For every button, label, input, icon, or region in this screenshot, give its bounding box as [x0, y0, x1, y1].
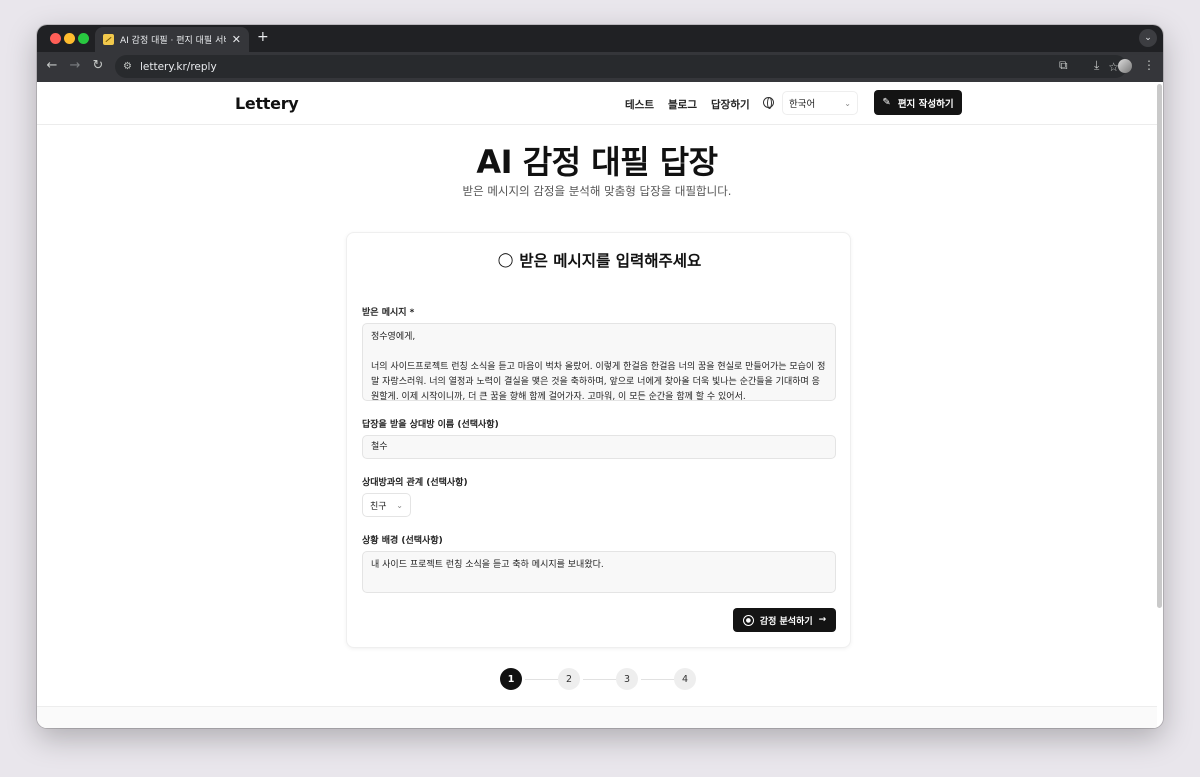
arrow-right-icon: → — [818, 615, 827, 625]
site-settings-icon[interactable]: ⚙ — [123, 61, 132, 72]
tab-title: AI 감정 대필 · 편지 대필 서비스 - L — [120, 36, 226, 46]
relation-value: 친구 — [370, 501, 387, 512]
close-window-button[interactable] — [50, 33, 61, 44]
context-textarea[interactable]: 내 사이드 프로젝트 런칭 소식을 듣고 축하 메시지를 보내왔다. — [362, 551, 836, 593]
reload-icon[interactable]: ↻ — [89, 58, 107, 73]
chevron-down-icon: ⌄ — [396, 500, 403, 510]
analyze-label: 감정 분석하기 — [759, 616, 813, 627]
write-letter-label: 편지 작성하기 — [897, 98, 954, 110]
browser-window: AI 감정 대필 · 편지 대필 서비스 - L ✕ + ⌄ ← → ↻ ⚙ l… — [37, 25, 1163, 728]
card-title-text: 받은 메시지를 입력해주세요 — [519, 252, 702, 270]
analyze-emotion-button[interactable]: ● 감정 분석하기 → — [733, 608, 836, 632]
site-logo[interactable]: Lettery — [235, 94, 299, 113]
back-icon[interactable]: ← — [43, 58, 61, 73]
menu-icon[interactable]: ⋮ — [1143, 58, 1155, 72]
step-indicator: 1 2 3 4 — [37, 668, 1157, 690]
extensions-icon[interactable]: ⧉ — [1059, 58, 1068, 73]
write-letter-button[interactable]: ✎ 편지 작성하기 — [874, 90, 962, 115]
recipient-label: 답장을 받을 상대방 이름 (선택사항) — [362, 420, 499, 430]
nav-link-test[interactable]: 테스트 — [625, 97, 654, 112]
recipient-input[interactable]: 철수 — [362, 435, 836, 459]
pen-icon: ✎ — [882, 97, 891, 108]
step-connector — [641, 678, 677, 680]
forward-icon[interactable]: → — [66, 58, 84, 73]
step-1: 1 — [500, 668, 522, 690]
favicon-icon — [103, 34, 114, 45]
address-bar[interactable]: ⚙ lettery.kr/reply ☆ — [115, 55, 1127, 78]
site-header: Lettery 테스트 블로그 답장하기 한국어 ⌄ ✎ 편지 작성하기 — [37, 82, 1157, 125]
tab-strip: AI 감정 대필 · 편지 대필 서비스 - L ✕ + ⌄ — [37, 25, 1163, 52]
step-connector — [525, 678, 561, 680]
maximize-window-button[interactable] — [78, 33, 89, 44]
page-subtitle: 받은 메시지의 감정을 분석해 맞춤형 답장을 대필합니다. — [462, 184, 732, 198]
step-4: 4 — [674, 668, 696, 690]
emotion-icon: ● — [742, 614, 754, 626]
message-textarea[interactable]: 정수영에게, 너의 사이드프로젝트 런칭 소식을 듣고 마음이 벅차 올랐어. … — [362, 323, 836, 402]
relation-label: 상대방과의 관계 (선택사항) — [362, 478, 468, 488]
browser-tab[interactable]: AI 감정 대필 · 편지 대필 서비스 - L ✕ — [95, 27, 249, 52]
globe-icon — [763, 97, 774, 109]
page-title: AI 감정 대필 답장 — [476, 143, 718, 181]
step-3: 3 — [616, 668, 638, 690]
language-value: 한국어 — [789, 99, 816, 110]
url-text: lettery.kr/reply — [139, 60, 217, 73]
nav-link-blog[interactable]: 블로그 — [668, 97, 697, 112]
browser-toolbar: ← → ↻ ⚙ lettery.kr/reply ☆ ⧉ ⤓ ⋮ — [37, 52, 1163, 82]
tab-search-icon[interactable]: ⌄ — [1139, 29, 1157, 47]
nav-link-reply[interactable]: 답장하기 — [711, 97, 750, 112]
download-icon[interactable]: ⤓ — [1094, 58, 1099, 73]
step-2: 2 — [558, 668, 580, 690]
minimize-window-button[interactable] — [64, 33, 75, 44]
chevron-down-icon: ⌄ — [844, 98, 851, 108]
tab-close-icon[interactable]: ✕ — [232, 33, 241, 46]
footer — [37, 707, 1157, 728]
page-scrollbar[interactable] — [1157, 84, 1162, 608]
step-connector — [583, 678, 619, 680]
relation-select[interactable]: 친구 ⌄ — [362, 493, 411, 517]
chat-bubble-icon: ◯ — [497, 252, 514, 268]
message-form-card: ◯ 받은 메시지를 입력해주세요 받은 메시지 * 정수영에게, 너의 사이드프… — [346, 232, 851, 648]
context-label: 상황 배경 (선택사항) — [362, 536, 443, 546]
new-tab-button[interactable]: + — [257, 29, 269, 45]
message-label: 받은 메시지 * — [362, 308, 415, 318]
profile-avatar-icon[interactable] — [1118, 59, 1132, 73]
card-title: ◯ 받은 메시지를 입력해주세요 — [347, 249, 852, 271]
page-viewport: Lettery 테스트 블로그 답장하기 한국어 ⌄ ✎ 편지 작성하기 AI … — [37, 82, 1163, 728]
language-select[interactable]: 한국어 ⌄ — [782, 91, 858, 115]
